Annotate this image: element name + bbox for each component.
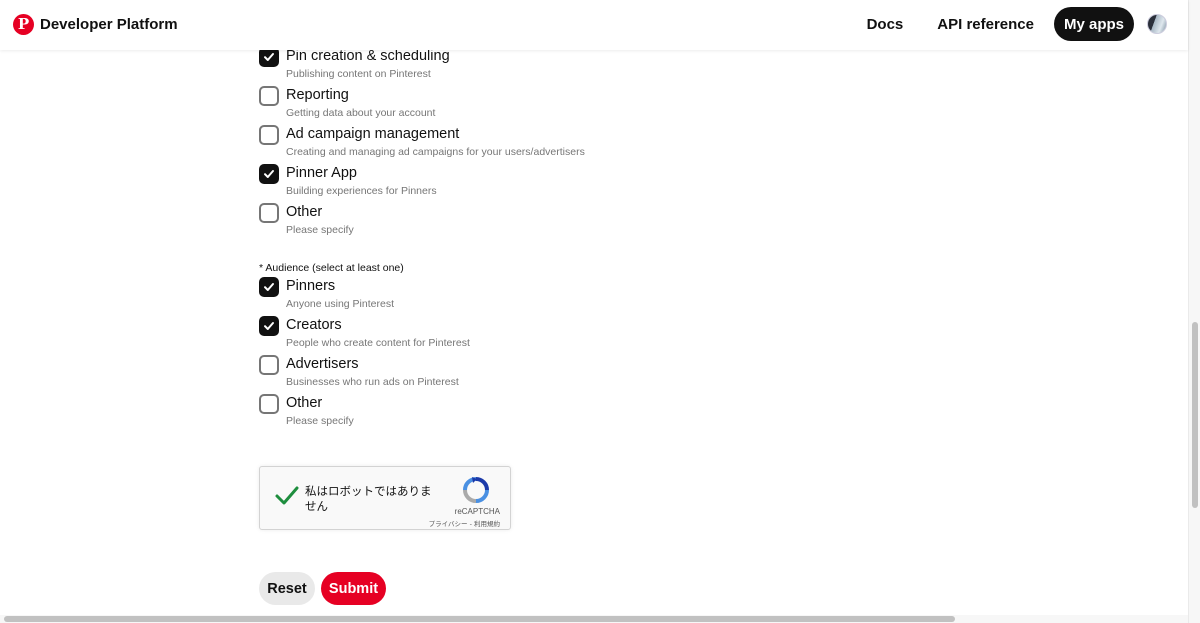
reset-button[interactable]: Reset [259,572,315,605]
nav-my-apps-button[interactable]: My apps [1053,7,1134,41]
option-label: Reporting [286,87,349,103]
submit-button[interactable]: Submit [321,572,386,605]
option-label: Creators [286,317,342,333]
option-description: Publishing content on Pinterest [286,68,431,80]
nav-api-reference-link[interactable]: API reference [927,8,1044,41]
option-label: Advertisers [286,356,359,372]
brand[interactable]: P Developer Platform [13,14,178,35]
vertical-scroll-thumb[interactable] [1192,322,1198,508]
checkmark-icon[interactable] [274,483,300,509]
top-navigation-bar: P Developer Platform Docs API reference … [0,0,1188,50]
checkbox[interactable] [259,277,279,297]
brand-title: Developer Platform [40,16,178,33]
checkbox[interactable] [259,125,279,145]
option-description: Businesses who run ads on Pinterest [286,376,459,388]
recaptcha-brand: reCAPTCHA [454,507,500,516]
horizontal-scrollbar[interactable] [0,615,1188,623]
option-label: Pinners [286,278,336,294]
checkbox[interactable] [259,203,279,223]
option-description: Getting data about your account [286,107,436,119]
check-icon [264,53,274,61]
check-icon [264,170,274,178]
horizontal-scroll-thumb[interactable] [4,616,955,622]
checkbox[interactable] [259,394,279,414]
check-icon [264,322,274,330]
option-description: Please specify [286,415,354,427]
use-case-option[interactable]: Reporting Getting data about your accoun… [259,86,435,120]
vertical-scrollbar[interactable] [1188,0,1200,623]
option-label: Pinner App [286,165,357,181]
use-case-option[interactable]: Other Please specify [259,203,354,237]
audience-section-label: * Audience (select at least one) [259,262,404,274]
option-label: Ad campaign management [286,126,460,142]
nav-docs-link[interactable]: Docs [857,8,914,41]
use-case-option[interactable]: Ad campaign management Creating and mana… [259,125,585,159]
recaptcha-links[interactable]: プライバシー - 利用規約 [429,518,500,528]
checkbox[interactable] [259,47,279,67]
pinterest-logo-icon: P [13,14,34,35]
use-case-option[interactable]: Pin creation & scheduling Publishing con… [259,47,450,81]
audience-option[interactable]: Creators People who create content for P… [259,316,470,350]
checkbox[interactable] [259,164,279,184]
main-nav: Docs API reference My apps [857,7,1167,41]
audience-option[interactable]: Advertisers Businesses who run ads on Pi… [259,355,459,389]
checkbox[interactable] [259,355,279,375]
option-description: Building experiences for Pinners [286,185,437,197]
option-description: Creating and managing ad campaigns for y… [286,146,585,158]
recaptcha-logo-icon [463,477,489,503]
user-avatar[interactable] [1147,14,1167,34]
use-case-option[interactable]: Pinner App Building experiences for Pinn… [259,164,437,198]
checkbox[interactable] [259,86,279,106]
audience-option[interactable]: Other Please specify [259,394,354,428]
recaptcha-widget: 私はロボットではありません reCAPTCHA プライバシー - 利用規約 [259,466,511,530]
audience-option[interactable]: Pinners Anyone using Pinterest [259,277,394,311]
option-description: Please specify [286,224,354,236]
check-icon [264,283,274,291]
option-description: Anyone using Pinterest [286,298,394,310]
option-label: Other [286,395,323,411]
checkbox[interactable] [259,316,279,336]
option-description: People who create content for Pinterest [286,337,470,349]
recaptcha-label: 私はロボットではありません [305,484,432,513]
option-label: Other [286,204,323,220]
